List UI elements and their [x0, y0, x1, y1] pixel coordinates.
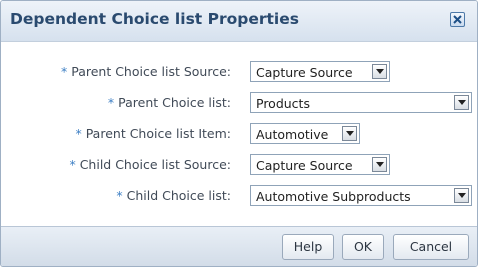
- parent-source-label-text: Parent Choice list Source:: [71, 64, 231, 79]
- parent-item-value: Automotive: [256, 127, 329, 142]
- child-source-value: Capture Source: [256, 158, 353, 173]
- chevron-down-icon: [346, 131, 354, 136]
- chevron-down-icon: [458, 193, 466, 198]
- chevron-down-icon: [376, 162, 384, 167]
- child-list-label-text: Child Choice list:: [126, 188, 231, 203]
- close-icon: [453, 15, 462, 24]
- child-list-label: * Child Choice list:: [1, 188, 231, 203]
- parent-source-dropdown-button[interactable]: [372, 64, 387, 79]
- parent-item-select[interactable]: Automotive: [250, 123, 360, 144]
- help-button[interactable]: Help: [282, 234, 334, 260]
- child-list-select[interactable]: Automotive Subproducts: [250, 185, 472, 206]
- parent-source-label: * Parent Choice list Source:: [1, 64, 231, 79]
- parent-source-select[interactable]: Capture Source: [250, 61, 390, 82]
- parent-list-label-text: Parent Choice list:: [118, 95, 231, 110]
- parent-list-dropdown-button[interactable]: [454, 95, 469, 110]
- child-source-label: * Child Choice list Source:: [1, 157, 231, 172]
- cancel-button[interactable]: Cancel: [393, 234, 469, 260]
- chevron-down-icon: [458, 100, 466, 105]
- required-marker: *: [60, 64, 68, 79]
- required-marker: *: [69, 157, 76, 172]
- chevron-down-icon: [376, 69, 384, 74]
- child-source-dropdown-button[interactable]: [372, 157, 387, 172]
- close-button[interactable]: [450, 12, 465, 27]
- child-list-value: Automotive Subproducts: [256, 189, 411, 204]
- parent-list-value: Products: [256, 96, 310, 111]
- required-marker: *: [75, 126, 82, 141]
- required-marker: *: [116, 188, 123, 203]
- child-source-select[interactable]: Capture Source: [250, 154, 390, 175]
- child-source-label-text: Child Choice list Source:: [79, 157, 231, 172]
- parent-item-label-text: Parent Choice list Item:: [85, 126, 231, 141]
- dependent-choice-list-dialog: Dependent Choice list Properties * Paren…: [0, 0, 478, 267]
- required-marker: *: [107, 95, 115, 110]
- parent-list-select[interactable]: Products: [250, 92, 472, 113]
- dialog-title: Dependent Choice list Properties: [10, 10, 299, 28]
- parent-item-dropdown-button[interactable]: [342, 126, 357, 141]
- ok-button[interactable]: OK: [342, 234, 384, 260]
- parent-source-value: Capture Source: [256, 65, 353, 80]
- child-list-dropdown-button[interactable]: [454, 188, 469, 203]
- dialog-titlebar: Dependent Choice list Properties: [1, 1, 477, 42]
- parent-item-label: * Parent Choice list Item:: [1, 126, 231, 141]
- parent-list-label: * Parent Choice list:: [1, 95, 231, 110]
- dialog-footer: Help OK Cancel: [1, 226, 477, 266]
